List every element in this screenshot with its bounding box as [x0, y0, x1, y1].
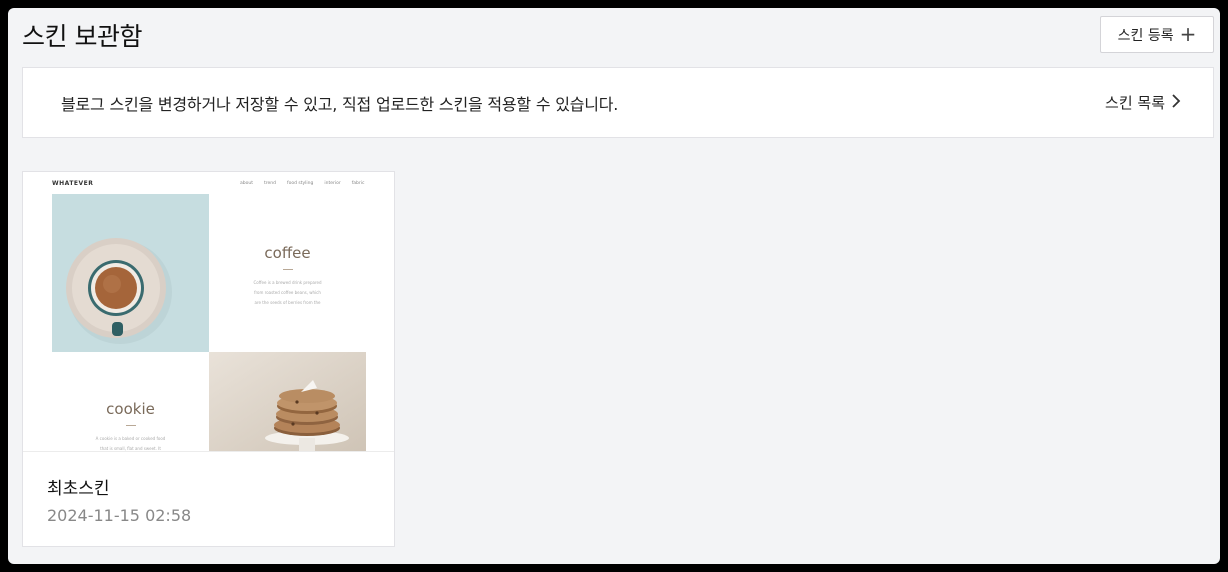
register-skin-label: 스킨 등록: [1117, 27, 1174, 44]
preview-divider: [282, 269, 293, 270]
preview-line: are the seeds of berries from the: [254, 300, 321, 305]
banner-text: 블로그 스킨을 변경하거나 저장할 수 있고, 직접 업로드한 스킨을 적용할 …: [61, 94, 619, 114]
coffee-cup-image: [52, 194, 209, 352]
info-banner: 블로그 스킨을 변경하거나 저장할 수 있고, 직접 업로드한 스킨을 적용할 …: [22, 67, 1214, 138]
preview-nav-item: fabric: [351, 181, 365, 186]
preview-line: from roasted coffee beans, which: [254, 290, 321, 295]
preview-heading-cookie: cookie: [106, 400, 155, 418]
skin-name: 최초스킨: [47, 479, 110, 499]
skin-list-link[interactable]: 스킨 목록: [1105, 92, 1181, 113]
skin-date: 2024-11-15 02:58: [47, 506, 192, 525]
preview-cookie-section: cookie A cookie is a baked or cooked foo…: [52, 352, 209, 451]
preview-nav: about trend food styling interior fabric: [240, 181, 364, 186]
skin-archive-page: 스킨 보관함 스킨 등록 + 블로그 스킨을 변경하거나 저장할 수 있고, 직…: [8, 8, 1220, 564]
preview-logo: WHATEVER: [52, 180, 94, 187]
skin-card[interactable]: WHATEVER about trend food styling interi…: [22, 171, 395, 547]
preview-line: that is small, flat and sweet. It: [100, 446, 161, 451]
cookie-stack-image: [209, 352, 366, 451]
plus-icon: +: [1179, 22, 1197, 46]
preview-line: Coffee is a brewed drink prepared: [253, 280, 322, 285]
preview-heading-coffee: coffee: [264, 244, 311, 262]
chevron-right-icon: [1171, 93, 1181, 112]
preview-line: A cookie is a baked or cooked food: [95, 436, 166, 441]
preview-nav-item: about: [240, 181, 253, 186]
preview-nav-item: food styling: [286, 181, 314, 186]
skin-preview-thumbnail: WHATEVER about trend food styling interi…: [23, 172, 394, 452]
skin-list-label: 스킨 목록: [1105, 94, 1165, 112]
preview-nav-item: trend: [263, 181, 276, 186]
preview-nav-item: interior: [324, 181, 341, 186]
page-title: 스킨 보관함: [22, 22, 142, 51]
preview-divider: [125, 425, 136, 426]
preview-coffee-section: coffee Coffee is a brewed drink prepared…: [209, 194, 366, 352]
register-skin-button[interactable]: 스킨 등록 +: [1100, 16, 1214, 53]
